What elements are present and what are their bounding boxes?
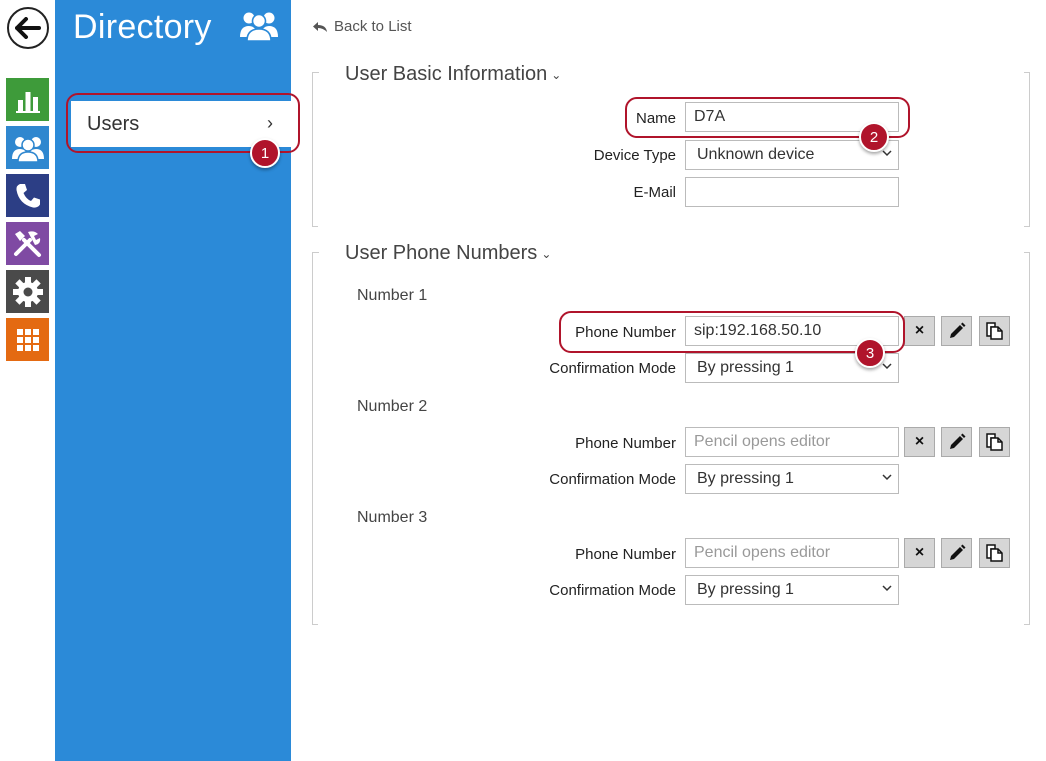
section-border <box>312 252 318 253</box>
phone-number-2-input[interactable]: Pencil opens editor <box>685 427 899 457</box>
phone-number-3-input[interactable]: Pencil opens editor <box>685 538 899 568</box>
edit-button[interactable] <box>941 538 972 568</box>
email-input[interactable] <box>685 177 899 207</box>
number-3-label: Number 3 <box>357 509 428 526</box>
section-border <box>1024 252 1030 253</box>
apps-grid-icon[interactable] <box>6 318 49 361</box>
settings-gear-icon[interactable] <box>6 270 49 313</box>
confirmation-mode-value: By pressing 1 <box>697 581 794 598</box>
users-group-icon <box>239 8 279 44</box>
directory-users-icon[interactable] <box>6 126 49 169</box>
pencil-icon <box>949 322 965 338</box>
number-2-label: Number 2 <box>357 398 428 415</box>
chevron-down-icon: ⌄ <box>551 67 562 82</box>
copy-button[interactable] <box>979 427 1010 457</box>
copy-button[interactable] <box>979 538 1010 568</box>
dropdown-arrow-icon <box>882 585 892 592</box>
callout-badge-3: 3 <box>855 338 885 368</box>
phone-number-label: Phone Number <box>575 435 676 452</box>
callout-badge-1: 1 <box>250 138 280 168</box>
phone-numbers-title[interactable]: User Phone Numbers ⌄ <box>345 242 556 265</box>
copy-icon <box>985 322 1003 340</box>
section-border <box>312 72 318 73</box>
status-chart-icon[interactable] <box>6 78 49 121</box>
phone-number-label: Phone Number <box>575 546 676 563</box>
confirmation-mode-value: By pressing 1 <box>697 470 794 487</box>
device-type-value: Unknown device <box>697 146 815 163</box>
confirmation-mode-label: Confirmation Mode <box>549 471 676 488</box>
clear-button[interactable]: × <box>904 316 935 346</box>
tools-icon[interactable] <box>6 222 49 265</box>
edit-button[interactable] <box>941 316 972 346</box>
dropdown-arrow-icon <box>882 474 892 481</box>
confirmation-mode-value: By pressing 1 <box>697 359 794 376</box>
clear-button[interactable]: × <box>904 538 935 568</box>
section-border <box>1024 226 1030 227</box>
sidebar-title: Directory <box>73 8 212 46</box>
confirmation-mode-label: Confirmation Mode <box>549 582 676 599</box>
callout-highlight-3 <box>559 311 905 353</box>
back-arrow-icon[interactable] <box>7 7 49 49</box>
basic-info-title-text: User Basic Information <box>345 63 548 85</box>
back-to-list-label: Back to List <box>334 18 412 35</box>
chevron-down-icon: ⌄ <box>541 246 552 261</box>
pencil-icon <box>949 544 965 560</box>
pencil-icon <box>949 433 965 449</box>
section-border <box>1024 624 1030 625</box>
callout-badge-2: 2 <box>859 122 889 152</box>
number-1-label: Number 1 <box>357 287 428 304</box>
section-border <box>312 226 318 227</box>
edit-button[interactable] <box>941 427 972 457</box>
app-root: Directory Users › Back to List User Basi… <box>0 0 1046 761</box>
back-to-list-link[interactable]: Back to List <box>312 18 412 35</box>
email-label: E-Mail <box>633 184 676 201</box>
reply-arrow-icon <box>313 21 327 32</box>
section-border <box>312 624 318 625</box>
confirmation-mode-3-select[interactable]: By pressing 1 <box>685 575 899 605</box>
icon-rail <box>0 0 55 761</box>
copy-icon <box>985 433 1003 451</box>
dropdown-arrow-icon <box>882 150 892 157</box>
confirmation-mode-label: Confirmation Mode <box>549 360 676 377</box>
confirmation-mode-2-select[interactable]: By pressing 1 <box>685 464 899 494</box>
phone-numbers-title-text: User Phone Numbers <box>345 242 538 264</box>
clear-button[interactable]: × <box>904 427 935 457</box>
copy-button[interactable] <box>979 316 1010 346</box>
basic-info-title[interactable]: User Basic Information ⌄ <box>345 63 566 86</box>
device-type-label: Device Type <box>593 147 676 164</box>
copy-icon <box>985 544 1003 562</box>
section-border <box>1024 72 1030 73</box>
dropdown-arrow-icon <box>882 363 892 370</box>
phone-icon[interactable] <box>6 174 49 217</box>
